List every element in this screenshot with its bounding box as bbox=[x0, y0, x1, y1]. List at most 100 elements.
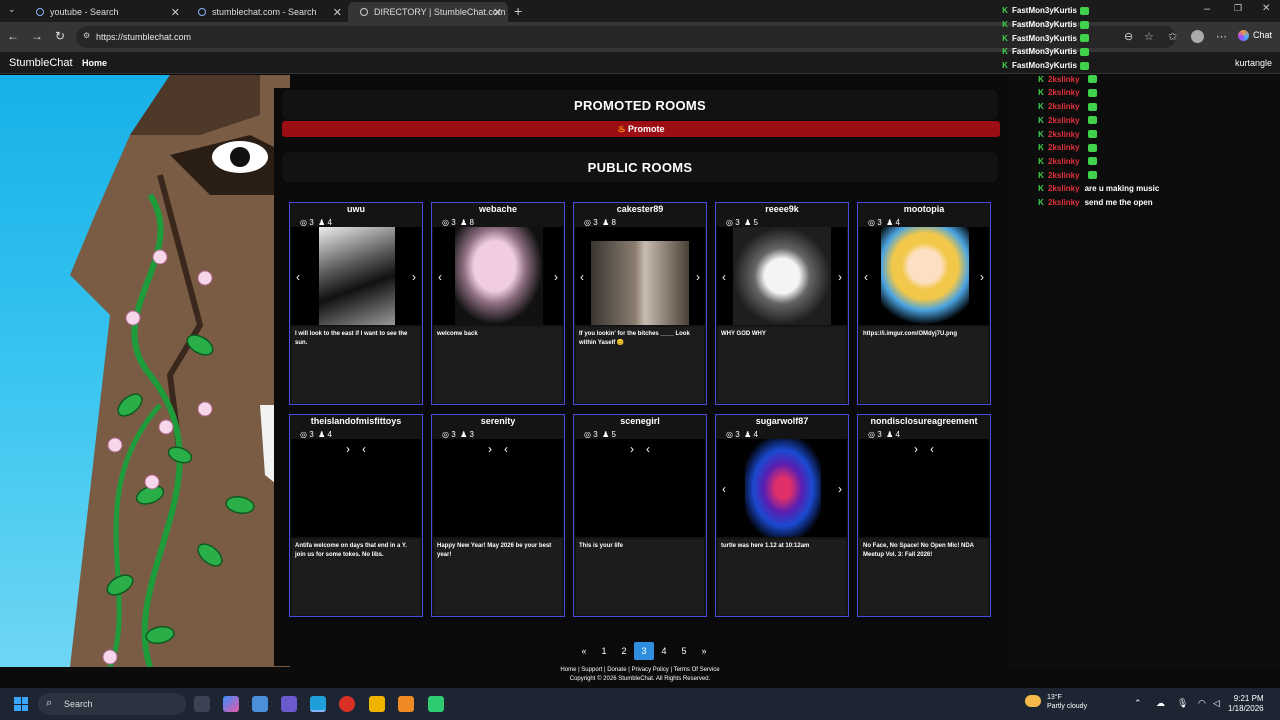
room-preview[interactable] bbox=[859, 227, 989, 325]
room-card[interactable]: webache ◎ 3 ♟ 8 ‹ › welcome back bbox=[431, 202, 565, 405]
room-name[interactable]: uwu bbox=[290, 204, 422, 214]
promoted-rooms-heading: PROMOTED ROOMS bbox=[282, 90, 998, 120]
tab-list-chevron-icon[interactable]: ⌄ bbox=[8, 4, 16, 15]
viewers-icon: ◎ bbox=[584, 218, 591, 227]
room-card[interactable]: reeee9k ◎ 3 ♟ 5 ‹ › WHY GOD WHY bbox=[715, 202, 849, 405]
taskbar-search[interactable]: ⌕ Search bbox=[38, 693, 186, 715]
promote-button[interactable]: ♨ Promote bbox=[282, 121, 1000, 137]
nav-home-link[interactable]: Home bbox=[82, 58, 107, 68]
site-footer: Home | Support | Donate | Privacy Policy… bbox=[0, 666, 1280, 684]
page-prev-button[interactable]: « bbox=[574, 642, 594, 660]
forward-arrow-icon[interactable]: → bbox=[31, 29, 43, 43]
next-arrow-icon[interactable]: › bbox=[630, 442, 634, 456]
room-card[interactable]: scenegirl ◎ 3 ♟ 5 › ‹ This is your life bbox=[573, 414, 707, 617]
page-button[interactable]: 2 bbox=[614, 642, 634, 660]
room-name[interactable]: scenegirl bbox=[574, 416, 706, 426]
chat-app-icon[interactable] bbox=[428, 696, 444, 712]
prev-arrow-icon[interactable]: ‹ bbox=[722, 270, 726, 284]
room-preview[interactable] bbox=[575, 439, 705, 537]
page-button[interactable]: 1 bbox=[594, 642, 614, 660]
room-card[interactable]: serenity ◎ 3 ♟ 3 › ‹ Happy New Year! May 202… bbox=[431, 414, 565, 617]
reload-icon[interactable]: ↻ bbox=[55, 29, 65, 43]
url-text: https://stumblechat.com bbox=[96, 32, 192, 42]
system-clock[interactable]: 9:21 PM 1/18/2026 bbox=[1228, 694, 1264, 714]
tray-chevron-icon[interactable]: ⌃ bbox=[1134, 698, 1142, 709]
room-card[interactable]: cakester89 ◎ 3 ♟ 8 ‹ › If you lookin' for th… bbox=[573, 202, 707, 405]
site-brand-link[interactable]: StumbleChat bbox=[9, 57, 73, 69]
prev-arrow-icon[interactable]: ‹ bbox=[362, 442, 366, 456]
page-next-button[interactable]: » bbox=[694, 642, 714, 660]
close-icon[interactable]: ✕ bbox=[171, 6, 180, 19]
prev-arrow-icon[interactable]: ‹ bbox=[646, 442, 650, 456]
room-preview[interactable] bbox=[575, 227, 705, 325]
page-button[interactable]: 3 bbox=[634, 642, 654, 660]
tab-directory[interactable]: DIRECTORY | StumbleChat.com ✕ bbox=[348, 2, 508, 22]
tab-stumblechat-search[interactable]: stumblechat.com - Search ✕ bbox=[186, 2, 348, 22]
vlc-app-icon[interactable] bbox=[398, 696, 414, 712]
weather-widget[interactable]: 13°F Partly cloudy bbox=[1025, 693, 1087, 711]
next-arrow-icon[interactable]: › bbox=[488, 442, 492, 456]
room-preview[interactable] bbox=[717, 439, 847, 537]
prev-arrow-icon[interactable]: ‹ bbox=[930, 442, 934, 456]
room-card[interactable]: nondisclosureagreement ◎ 3 ♟ 4 › ‹ No Face, … bbox=[857, 414, 991, 617]
room-card[interactable]: mootopia ◎ 3 ♟ 4 ‹ › https://i.imgur.com/OMd… bbox=[857, 202, 991, 405]
room-stats: ◎ 3 ♟ 8 bbox=[442, 218, 474, 227]
prev-arrow-icon[interactable]: ‹ bbox=[580, 270, 584, 284]
room-name[interactable]: serenity bbox=[432, 416, 564, 426]
prev-arrow-icon[interactable]: ‹ bbox=[438, 270, 442, 284]
footer-links[interactable]: Home | Support | Donate | Privacy Policy… bbox=[0, 666, 1280, 675]
next-arrow-icon[interactable]: › bbox=[914, 442, 918, 456]
room-card[interactable]: uwu ◎ 3 ♟ 4 ‹ › I will look to the east if I… bbox=[289, 202, 423, 405]
edge-browser-icon[interactable] bbox=[310, 696, 326, 712]
file-explorer-icon[interactable] bbox=[369, 696, 385, 712]
room-name[interactable]: cakester89 bbox=[574, 204, 706, 214]
next-arrow-icon[interactable]: › bbox=[838, 482, 842, 496]
prev-arrow-icon[interactable]: ‹ bbox=[722, 482, 726, 496]
record-app-icon[interactable] bbox=[339, 696, 355, 712]
close-icon[interactable]: ✕ bbox=[493, 6, 502, 19]
room-preview[interactable] bbox=[717, 227, 847, 325]
store-app-icon[interactable] bbox=[252, 696, 268, 712]
room-card[interactable]: sugarwolf87 ◎ 3 ♟ 4 ‹ › turtle was here 1.12… bbox=[715, 414, 849, 617]
wifi-icon[interactable]: ◠ bbox=[1198, 698, 1206, 709]
room-name[interactable]: mootopia bbox=[858, 204, 990, 214]
next-arrow-icon[interactable]: › bbox=[412, 270, 416, 284]
tray-app-icon[interactable]: ☁ bbox=[1156, 698, 1165, 709]
room-name[interactable]: nondisclosureagreement bbox=[858, 416, 990, 426]
room-name[interactable]: reeee9k bbox=[716, 204, 848, 214]
prev-arrow-icon[interactable]: ‹ bbox=[504, 442, 508, 456]
next-arrow-icon[interactable]: › bbox=[838, 270, 842, 284]
room-card[interactable]: theislandofmisfittoys ◎ 3 ♟ 4 › ‹ Antifa wel… bbox=[289, 414, 423, 617]
windows-start-icon[interactable] bbox=[14, 697, 28, 711]
page-button[interactable]: 4 bbox=[654, 642, 674, 660]
room-name[interactable]: sugarwolf87 bbox=[716, 416, 848, 426]
next-arrow-icon[interactable]: › bbox=[554, 270, 558, 284]
back-arrow-icon[interactable]: ← bbox=[7, 29, 19, 43]
page-button[interactable]: 5 bbox=[674, 642, 694, 660]
room-name[interactable]: webache bbox=[432, 204, 564, 214]
room-preview[interactable] bbox=[291, 439, 421, 537]
user-count: 4 bbox=[327, 430, 332, 439]
chat-username: FastMon3yKurtis bbox=[1012, 61, 1077, 71]
copilot-app-icon[interactable] bbox=[223, 696, 239, 712]
next-arrow-icon[interactable]: › bbox=[696, 270, 700, 284]
next-arrow-icon[interactable]: › bbox=[980, 270, 984, 284]
next-arrow-icon[interactable]: › bbox=[346, 442, 350, 456]
close-icon[interactable]: ✕ bbox=[333, 6, 342, 19]
site-info-icon[interactable]: ⚙ bbox=[83, 31, 90, 40]
volume-icon[interactable]: ◁ bbox=[1213, 698, 1220, 709]
microphone-icon[interactable]: 🎙 bbox=[1177, 698, 1188, 709]
prev-arrow-icon[interactable]: ‹ bbox=[864, 270, 868, 284]
prev-arrow-icon[interactable]: ‹ bbox=[296, 270, 300, 284]
viewers-icon: ◎ bbox=[300, 430, 307, 439]
room-preview[interactable] bbox=[433, 439, 563, 537]
room-preview[interactable] bbox=[433, 227, 563, 325]
room-name[interactable]: theislandofmisfittoys bbox=[290, 416, 422, 426]
room-preview[interactable] bbox=[291, 227, 421, 325]
task-view-icon[interactable] bbox=[194, 696, 210, 712]
tab-youtube-search[interactable]: youtube - Search ✕ bbox=[24, 2, 186, 22]
chat-line: K 2kslinky bbox=[1034, 100, 1278, 114]
room-preview[interactable] bbox=[859, 439, 989, 537]
media-app-icon[interactable] bbox=[281, 696, 297, 712]
new-tab-plus-icon[interactable]: + bbox=[514, 3, 522, 19]
